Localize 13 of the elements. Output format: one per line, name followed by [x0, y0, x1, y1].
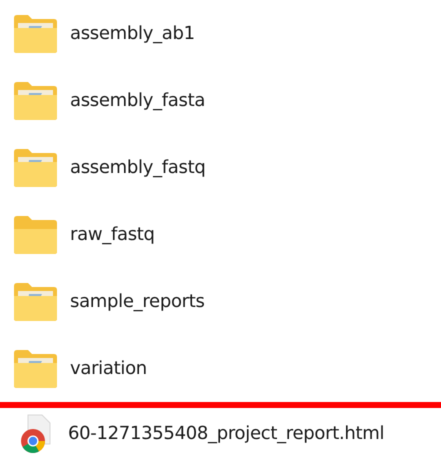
folder-name[interactable]: assembly_ab1	[70, 23, 195, 44]
file-name[interactable]: 60-1271355408_project_report.html	[68, 423, 384, 444]
folder-name[interactable]: sample_reports	[70, 291, 205, 312]
folder-icon	[12, 282, 58, 322]
folder-icon	[12, 214, 58, 254]
folder-icon	[12, 80, 58, 120]
folder-name[interactable]: assembly_fasta	[70, 90, 206, 111]
folder-icon	[12, 14, 58, 54]
folder-name[interactable]: variation	[70, 358, 147, 379]
folder-name[interactable]: assembly_fastq	[70, 157, 206, 178]
folder-icon	[12, 148, 58, 188]
folder-icon	[12, 348, 58, 388]
folder-name[interactable]: raw_fastq	[70, 224, 155, 245]
